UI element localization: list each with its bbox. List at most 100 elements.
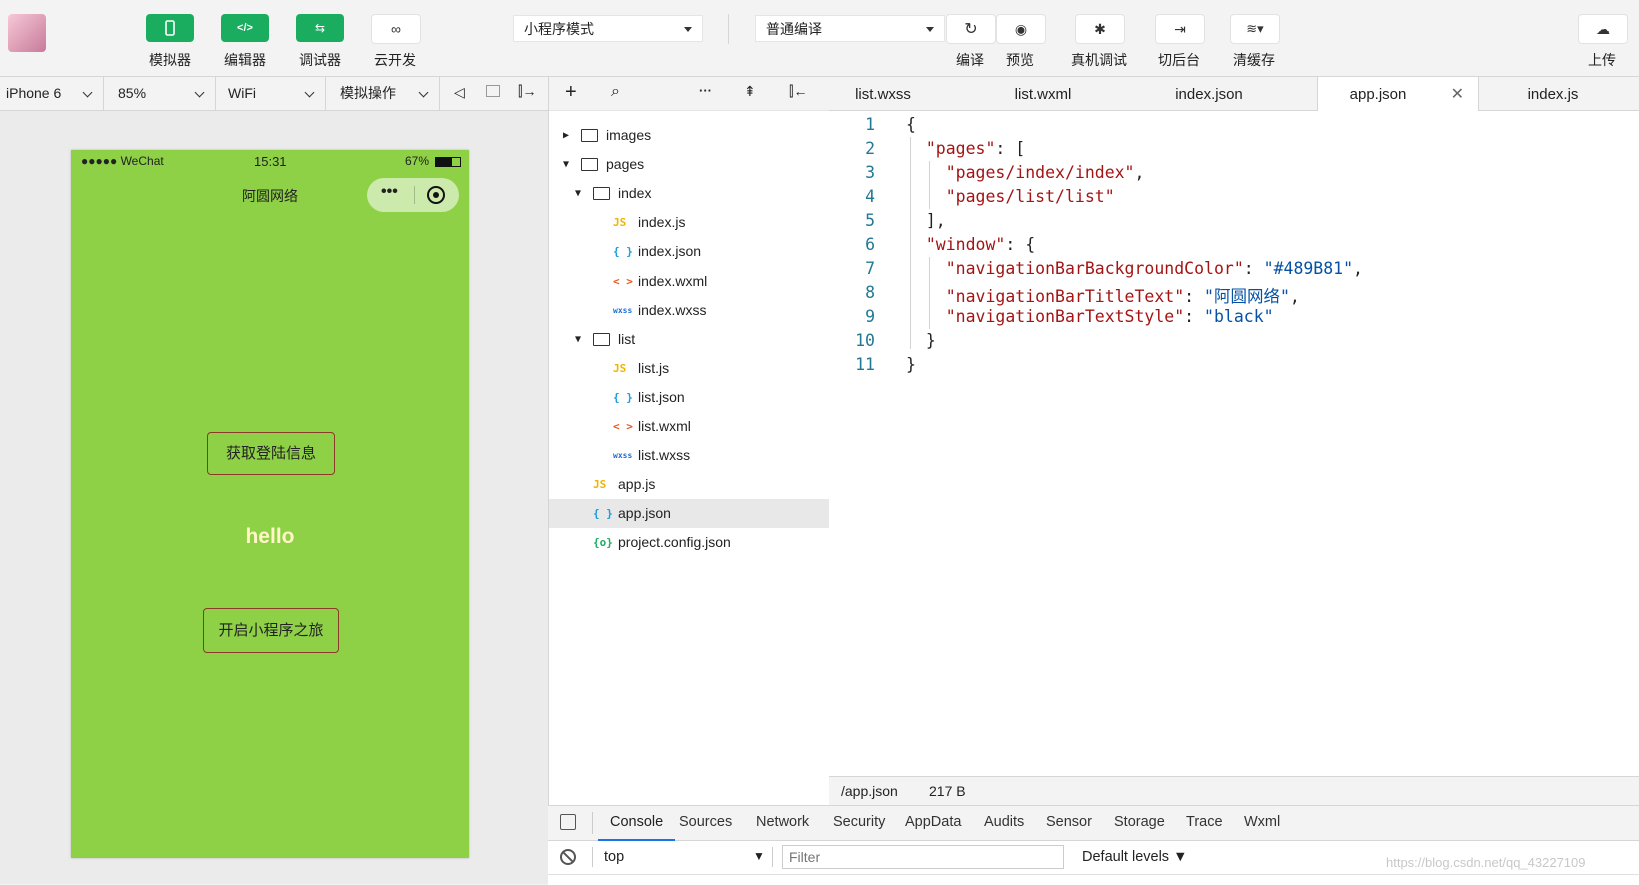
tree-item[interactable]: wxss index.wxss <box>549 296 829 325</box>
devtools-tab-network[interactable]: Network <box>756 806 809 839</box>
devtools-tab-sources[interactable]: Sources <box>679 806 732 839</box>
remote-debug-button[interactable]: ✱ <box>1075 14 1125 44</box>
compile-button[interactable]: ↻ <box>946 14 996 44</box>
chevron-down-icon <box>194 87 205 98</box>
caret-down-icon[interactable]: ▼ <box>575 325 581 354</box>
start-journey-button[interactable]: 开启小程序之旅 <box>203 608 339 653</box>
line-number: 1 <box>865 115 875 134</box>
preview-label: 预览 <box>1006 52 1034 68</box>
tree-item[interactable]: ▼ index <box>549 179 829 208</box>
get-login-info-button[interactable]: 获取登陆信息 <box>207 432 335 475</box>
caret-right-icon[interactable]: ▶ <box>563 121 569 150</box>
network-select[interactable]: WiFi <box>216 77 326 110</box>
clear-cache-label: 清缓存 <box>1233 52 1275 68</box>
search-icon[interactable]: ⌕ <box>611 83 620 101</box>
tree-item[interactable]: wxss list.wxss <box>549 441 829 470</box>
editor-label: 编辑器 <box>224 52 266 68</box>
json-file-icon: { } <box>613 245 633 259</box>
folder-icon <box>581 129 598 142</box>
line-number: 11 <box>855 355 875 374</box>
devtools-tab-storage[interactable]: Storage <box>1114 806 1165 839</box>
line-number: 2 <box>865 139 875 158</box>
collapse-icon[interactable]: ⇞ <box>744 83 756 100</box>
eye-icon: ◉ <box>1014 20 1028 37</box>
js-file-icon: JS <box>613 361 627 375</box>
tree-item-label: list.wxss <box>638 447 691 464</box>
add-icon[interactable]: + <box>565 81 577 104</box>
caret-down-icon[interactable]: ▼ <box>563 150 569 179</box>
tree-item[interactable]: JS index.js <box>549 208 829 237</box>
wxml-file-icon: < > <box>613 274 633 288</box>
compile-mode-select[interactable]: 普通编译 <box>755 15 945 42</box>
capsule-menu[interactable]: ••• <box>367 178 459 212</box>
caret-down-icon[interactable]: ▼ <box>575 179 581 208</box>
clear-console-icon[interactable] <box>560 849 576 865</box>
debugger-toggle-button[interactable]: ⇆ <box>296 14 344 42</box>
tree-item[interactable]: < > list.wxml <box>549 412 829 441</box>
tab-list-wxss[interactable]: list.wxss <box>829 77 937 110</box>
detach-icon[interactable]: ⫿→ <box>518 83 536 100</box>
tab-list-wxml[interactable]: list.wxml <box>989 77 1097 110</box>
network-value: WiFi <box>228 85 256 101</box>
tree-item-label: app.json <box>618 505 671 522</box>
tree-item[interactable]: ▼ pages <box>549 150 829 179</box>
tab-index-json[interactable]: index.json <box>1149 77 1269 110</box>
background-button[interactable]: ⇥ <box>1155 14 1205 44</box>
volume-icon[interactable]: ◁ <box>454 84 465 101</box>
zoom-select[interactable]: 85% <box>104 77 216 110</box>
code-line: "navigationBarBackgroundColor": "#489B81… <box>945 259 1363 278</box>
window-icon[interactable] <box>486 85 500 97</box>
code-line: "window": { <box>925 235 1036 254</box>
tree-item[interactable]: JS list.js <box>549 354 829 383</box>
json-key: "window" <box>925 235 1006 254</box>
close-target-icon[interactable] <box>427 186 445 204</box>
close-icon[interactable]: ✕ <box>1451 77 1464 113</box>
preview-button[interactable]: ◉ <box>996 14 1046 44</box>
phone-carrier: ●●●●● WeChat <box>81 154 164 168</box>
mode-select[interactable]: 小程序模式 <box>513 15 703 42</box>
devtools-panel: Console Sources Network Security AppData Audi… <box>548 805 1639 885</box>
tree-item-label: pages <box>606 156 645 173</box>
devtools-tab-trace[interactable]: Trace <box>1186 806 1223 839</box>
code-icon: </> <box>237 22 253 34</box>
devtools-tab-audits[interactable]: Audits <box>984 806 1024 839</box>
more-icon[interactable]: ··· <box>699 83 712 98</box>
tree-item[interactable]: ▶ images <box>549 121 829 150</box>
devtools-tab-wxml[interactable]: Wxml <box>1244 806 1280 839</box>
devtools-tab-sensor[interactable]: Sensor <box>1046 806 1092 839</box>
toolbar-divider <box>592 847 593 867</box>
more-dots-icon[interactable]: ••• <box>381 183 398 201</box>
inspect-element-icon[interactable] <box>560 814 576 830</box>
cloud-dev-button[interactable]: ∞ <box>371 14 421 44</box>
simulate-ops-select[interactable]: 模拟操作 <box>326 77 440 110</box>
code-editor[interactable]: 1 2 3 4 5 6 7 8 9 10 11 { "pages": [ "pages/index/… <box>829 111 1639 776</box>
log-levels-select[interactable]: Default levels ▼ <box>1082 849 1187 865</box>
remote-debug-label: 真机调试 <box>1071 52 1127 68</box>
hide-tree-icon[interactable]: ⫿← <box>789 83 807 100</box>
tab-index-js[interactable]: index.js <box>1493 77 1613 110</box>
editor-toggle-button[interactable]: </> <box>221 14 269 42</box>
console-filter-input[interactable] <box>782 845 1064 869</box>
layers-icon: ≋▾ <box>1246 21 1264 36</box>
tree-item[interactable]: JS app.js <box>549 470 829 499</box>
devtools-tab-appdata[interactable]: AppData <box>905 806 961 839</box>
line-number: 8 <box>865 283 875 302</box>
simulator-toolbar: iPhone 6 85% WiFi 模拟操作 ◁ ⫿→ <box>0 77 548 111</box>
tree-item[interactable]: { } index.json <box>549 237 829 266</box>
avatar[interactable] <box>8 14 46 52</box>
tab-app-json[interactable]: app.json ✕ <box>1317 77 1479 111</box>
json-file-icon: { } <box>613 390 633 404</box>
tree-item[interactable]: { } list.json <box>549 383 829 412</box>
tree-item[interactable]: ▼ list <box>549 325 829 354</box>
simulator-toggle-button[interactable] <box>146 14 194 42</box>
clear-cache-button[interactable]: ≋▾ <box>1230 14 1280 44</box>
tree-item[interactable]: < > index.wxml <box>549 267 829 296</box>
context-select[interactable]: top <box>604 849 624 865</box>
tree-item[interactable]: { } app.json <box>549 499 829 529</box>
upload-button[interactable]: ☁ <box>1578 14 1628 44</box>
devtools-tab-console[interactable]: Console <box>598 806 676 841</box>
folder-open-icon <box>581 158 598 172</box>
devtools-tab-security[interactable]: Security <box>833 806 885 839</box>
device-select[interactable]: iPhone 6 <box>0 77 104 110</box>
tree-item[interactable]: {o} project.config.json <box>549 528 829 557</box>
